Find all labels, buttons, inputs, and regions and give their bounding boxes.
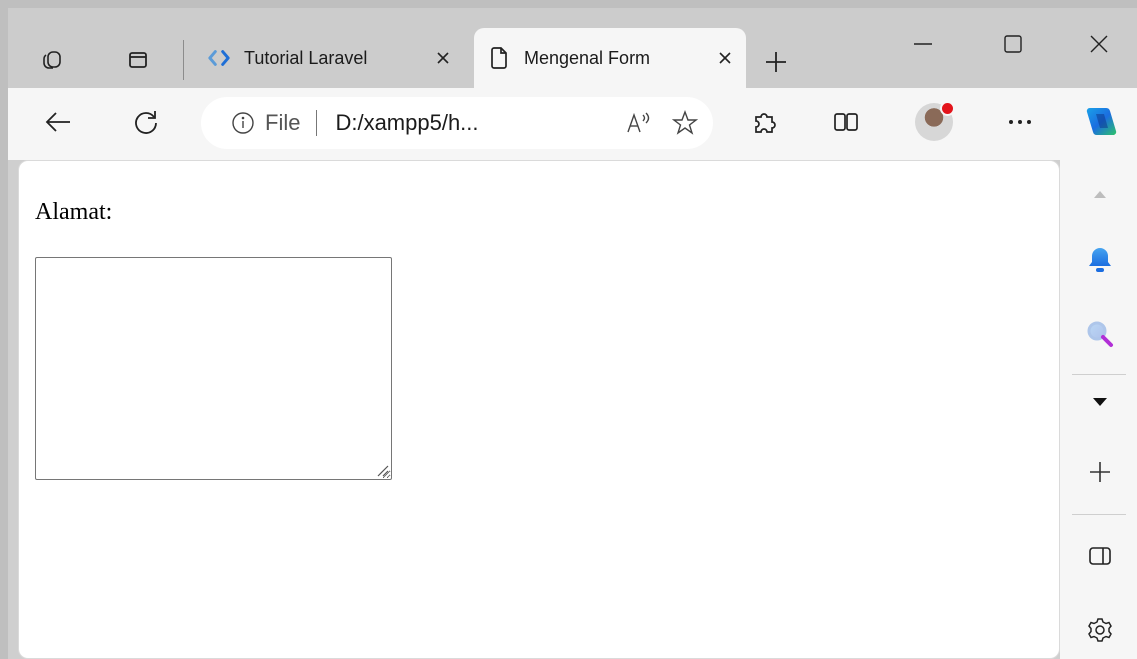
minimize-icon	[914, 43, 932, 45]
close-icon[interactable]	[428, 43, 458, 73]
caret-down-icon	[1093, 398, 1107, 406]
maximize-icon	[1004, 35, 1022, 53]
bell-icon	[1089, 248, 1111, 272]
profile-button[interactable]	[914, 101, 955, 142]
plus-icon	[766, 52, 786, 72]
document-icon	[488, 47, 510, 69]
search-icon	[1087, 321, 1113, 347]
browser-window: Tutorial Laravel Mengenal Form File D:/x…	[8, 8, 1137, 659]
alamat-textarea[interactable]	[35, 257, 392, 480]
tab-actions-button[interactable]	[120, 42, 156, 78]
refresh-button[interactable]	[126, 102, 166, 142]
tab-strip: Tutorial Laravel Mengenal Form	[8, 8, 1137, 88]
sidebar-scroll-up-button[interactable]	[1080, 174, 1120, 214]
sidebar-collapse-button[interactable]	[1080, 382, 1120, 422]
tab-title: Mengenal Form	[524, 47, 651, 68]
back-button[interactable]	[38, 102, 78, 142]
sidebar-item-search[interactable]	[1080, 314, 1120, 354]
sidebar-divider	[1072, 514, 1126, 515]
sidebar-panel-icon	[1089, 547, 1111, 565]
plus-icon	[1090, 462, 1110, 482]
minimize-button[interactable]	[888, 24, 958, 64]
sidebar-settings-button[interactable]	[1080, 610, 1120, 650]
caret-up-icon	[1094, 191, 1106, 198]
alamat-label: Alamat:	[35, 199, 113, 225]
navigation-toolbar: File D:/xampp5/h...	[8, 88, 1137, 160]
split-screen-button[interactable]	[826, 102, 866, 142]
close-icon[interactable]	[710, 43, 740, 73]
edge-sidebar	[1060, 160, 1137, 659]
close-icon	[1090, 35, 1108, 53]
sidebar-divider	[1072, 374, 1126, 375]
tab-actions-icon	[129, 52, 147, 68]
tab-separator	[183, 40, 184, 80]
puzzle-icon	[755, 113, 776, 133]
maximize-button[interactable]	[978, 24, 1048, 64]
back-arrow-icon	[45, 112, 70, 132]
workspaces-icon	[43, 51, 61, 69]
new-tab-button[interactable]	[756, 42, 796, 82]
split-screen-icon	[834, 113, 858, 131]
favorite-star-icon[interactable]	[667, 105, 703, 141]
url-scheme: File	[265, 110, 301, 135]
more-icon	[1009, 120, 1031, 124]
avatar	[915, 101, 955, 141]
code-brackets-icon	[208, 47, 230, 69]
more-options-button[interactable]	[1000, 102, 1040, 142]
workspaces-button[interactable]	[34, 42, 70, 78]
info-icon[interactable]	[231, 111, 255, 135]
copilot-icon	[1086, 107, 1117, 136]
copilot-button[interactable]	[1080, 102, 1120, 142]
tab-tutorial-laravel[interactable]: Tutorial Laravel	[194, 28, 464, 88]
read-aloud-icon[interactable]	[621, 105, 657, 141]
address-separator	[316, 110, 318, 136]
refresh-icon	[135, 111, 157, 134]
tab-title: Tutorial Laravel	[244, 47, 368, 68]
page-content: Alamat:	[18, 160, 1060, 659]
address-bar[interactable]: File D:/xampp5/h...	[201, 97, 713, 149]
sidebar-item-notifications[interactable]	[1080, 240, 1120, 280]
tab-mengenal-form[interactable]: Mengenal Form	[474, 28, 746, 88]
notification-dot	[940, 101, 955, 116]
url-text[interactable]: D:/xampp5/h...	[335, 110, 621, 136]
close-window-button[interactable]	[1064, 24, 1134, 64]
extensions-button[interactable]	[744, 102, 784, 142]
gear-icon	[1088, 618, 1112, 642]
hide-sidebar-button[interactable]	[1080, 536, 1120, 576]
sidebar-add-button[interactable]	[1080, 452, 1120, 492]
